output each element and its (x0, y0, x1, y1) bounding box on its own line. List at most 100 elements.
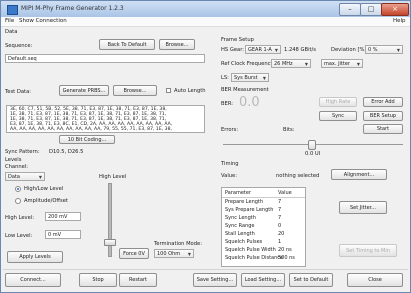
timing-value-label: Value: (221, 173, 237, 179)
low-level-input[interactable]: 0 mV (45, 230, 81, 239)
ui-value: 0.0 UI (305, 151, 321, 157)
hs-rate-text: 1.248 GBit/s (284, 47, 317, 53)
ref-clock-value: 26 MHz (274, 60, 293, 67)
chevron-down-icon: ▼ (274, 47, 278, 52)
set-jitter-button[interactable]: Set Jitter... (339, 201, 387, 214)
row-value: 0 (278, 223, 282, 229)
sequence-input[interactable]: Default.seq (5, 54, 205, 63)
alignment-button[interactable]: Alignment... (331, 169, 387, 180)
minimize-button[interactable]: – (339, 3, 361, 16)
high-low-level-radio[interactable] (15, 186, 21, 192)
row-param: Squelch Pulses (225, 239, 263, 245)
ber-setup-button[interactable]: BER Setup (363, 111, 403, 121)
sync-pattern-value: D10.5, D26.5 (49, 149, 84, 155)
back-to-default-button[interactable]: Back To Default (99, 39, 155, 50)
row-value: 7 (278, 207, 282, 213)
set-to-default-button[interactable]: Set to Default (289, 273, 333, 287)
deviation-select[interactable]: 0 % ▼ (365, 45, 403, 54)
sync-pattern-label: Sync Pattern: (5, 149, 40, 155)
connect-button[interactable]: Connect... (5, 273, 61, 287)
jitter-value: max. Jitter (324, 60, 350, 67)
hs-gear-label: HS Gear: (221, 47, 245, 53)
levels-header: Levels (5, 157, 22, 163)
stop-button[interactable]: Stop (79, 273, 117, 287)
sync-button[interactable]: Sync (319, 111, 357, 121)
table-row[interactable]: Squelch Pulse Width 20 ns (222, 247, 305, 254)
generate-prbs-button[interactable]: Generate PRBS... (59, 85, 109, 96)
termination-mode-label: Termination Mode: (154, 241, 202, 247)
menu-file[interactable]: File (5, 18, 14, 24)
hex-line: AA, AA, AA, AA, AA, AA, AA, AA, AA, AA, … (10, 127, 172, 132)
set-timing-to-min-button[interactable]: Set Timing to Min (339, 244, 397, 257)
high-level-slider-label: High Level (99, 174, 127, 180)
start-button[interactable]: Start (363, 124, 403, 134)
menu-help[interactable]: Help (393, 18, 406, 24)
browse-sequence-button[interactable]: Browse... (159, 39, 195, 50)
title-bar: MIPI M-Phy Frame Generator 1.2.3 – □ × (1, 1, 410, 17)
ref-clock-select[interactable]: 26 MHz ▼ (271, 59, 311, 68)
high-level-slider-thumb[interactable] (104, 239, 116, 246)
column-header-parameter: Parameter (225, 190, 252, 196)
app-window: MIPI M-Phy Frame Generator 1.2.3 – □ × F… (0, 0, 411, 293)
row-param: Sys Prepare Length (225, 207, 274, 213)
auto-length-label: Auto Length (174, 88, 206, 94)
menu-show-connection[interactable]: Show Connection (19, 18, 67, 24)
row-param: Stall Length (225, 231, 255, 237)
hs-gear-value: GEAR 1-A (248, 46, 272, 53)
apply-levels-button[interactable]: Apply Levels (7, 251, 63, 263)
timing-value-text: nothing selected (276, 173, 320, 179)
table-row[interactable]: Sys Prepare Length 7 (222, 207, 305, 214)
timing-header: Timing (221, 161, 239, 167)
table-row[interactable]: Sync Range 0 (222, 223, 305, 230)
deviation-value: 0 % (368, 46, 378, 53)
amplitude-offset-label: Amplitude/Offset (24, 198, 68, 204)
ls-value: Sys Burst (234, 74, 258, 81)
browse-test-data-button[interactable]: Browse... (113, 85, 157, 96)
table-row[interactable]: Stall Length 20 (222, 231, 305, 238)
save-setting-button[interactable]: Save Setting... (193, 273, 237, 287)
table-row[interactable]: Squelch Pulses 1 (222, 239, 305, 246)
bit-coding-button[interactable]: 10 Bit Coding... (59, 135, 115, 144)
row-param: Sync Range (225, 223, 255, 229)
termination-mode-select[interactable]: 100 Ohm ▼ (154, 249, 194, 258)
table-row[interactable]: Sync Length 7 (222, 215, 305, 222)
table-row[interactable]: Squelch Pulse Distance 500 ns (222, 255, 305, 262)
test-data-textarea[interactable]: 3E, 60, C7, 51, 5B, 52, 5E, 38, 71, E3, … (6, 105, 205, 133)
high-rate-button[interactable]: High Rate (319, 97, 357, 107)
column-header-value: Value (278, 190, 292, 196)
ber-measurement-header: BER Measurement (221, 87, 269, 93)
jitter-select[interactable]: max. Jitter ▼ (321, 59, 363, 68)
channel-select[interactable]: Data ▼ (5, 172, 45, 181)
row-param: Squelch Pulse Distance (225, 255, 284, 261)
chevron-down-icon: ▼ (396, 47, 400, 52)
row-param: Sync Length (225, 215, 256, 221)
channel-label: Channel: (5, 164, 29, 170)
data-section-header: Data (5, 29, 18, 35)
restart-button[interactable]: Restart (119, 273, 157, 287)
table-row[interactable]: Prepare Length 7 (222, 199, 305, 206)
row-value: 1 (278, 239, 282, 245)
row-param: Prepare Length (225, 199, 264, 205)
frame-setup-header: Frame Setup (221, 37, 254, 43)
close-button[interactable]: Close (347, 273, 403, 287)
ber-value: 0.0 (239, 95, 260, 110)
ui-slider-thumb[interactable] (308, 140, 316, 150)
high-level-input[interactable]: 200 mV (45, 212, 81, 221)
amplitude-offset-radio[interactable] (15, 198, 21, 204)
error-add-button[interactable]: Error Add (363, 97, 403, 107)
load-setting-button[interactable]: Load Setting... (241, 273, 285, 287)
row-value: 7 (278, 199, 282, 205)
chevron-down-icon: ▼ (356, 61, 360, 66)
ls-select[interactable]: Sys Burst ▼ (231, 73, 269, 82)
timing-table: Parameter Value Prepare Length 7 Sys Prep… (221, 187, 306, 267)
close-window-button[interactable]: × (381, 3, 409, 16)
maximize-button[interactable]: □ (360, 3, 382, 16)
app-icon (7, 5, 18, 15)
auto-length-checkbox[interactable] (166, 88, 171, 93)
force-0v-button[interactable]: Force 0V (119, 248, 149, 259)
test-data-label: Test Data: (5, 89, 31, 95)
row-value: 7 (278, 215, 282, 221)
hs-gear-select[interactable]: GEAR 1-A ▼ (245, 45, 281, 54)
row-value: 20 ns (278, 247, 292, 253)
deviation-label: Deviation [%]: (331, 47, 369, 53)
